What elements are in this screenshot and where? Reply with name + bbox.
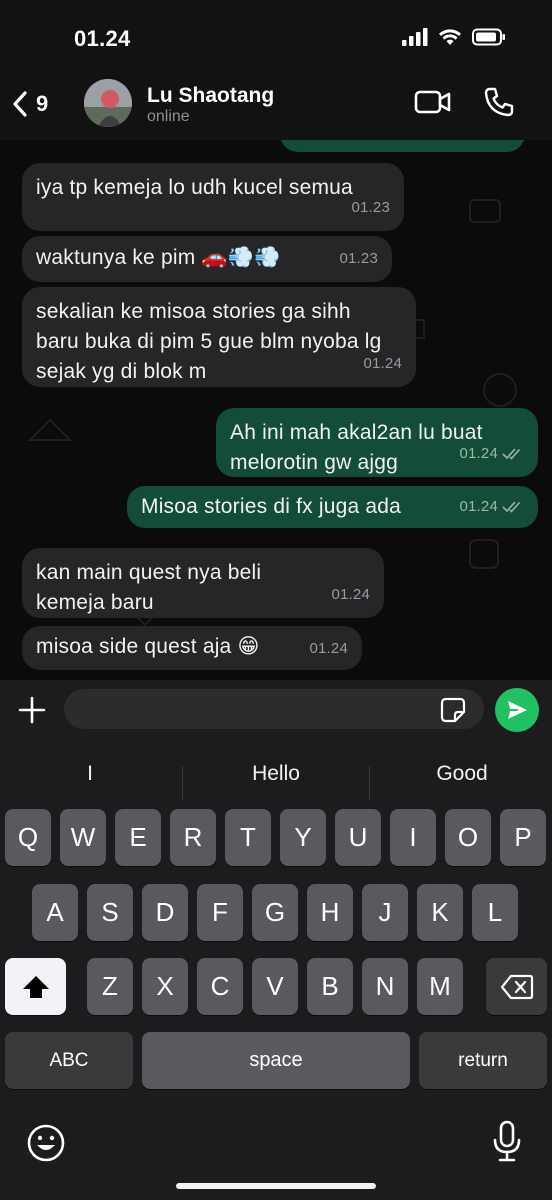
suggestion-item[interactable]: Good xyxy=(372,752,552,796)
signal-icon xyxy=(402,28,428,46)
space-key[interactable]: space xyxy=(142,1032,410,1089)
suggestion-item[interactable]: Hello xyxy=(184,752,368,796)
message-input-bar xyxy=(0,680,552,742)
message-input[interactable] xyxy=(64,689,484,729)
key-h[interactable]: H xyxy=(307,884,353,941)
send-button[interactable] xyxy=(495,688,539,732)
read-receipt-icon xyxy=(502,448,521,460)
key-o[interactable]: O xyxy=(445,809,491,866)
message-bubble-incoming[interactable]: iya tp kemeja lo udh kucel semua 01.23 xyxy=(22,163,404,231)
message-bubble-outgoing[interactable]: Ah ini mah akal2an lu buat melorotin gw … xyxy=(216,408,538,477)
chevron-left-icon xyxy=(13,91,27,117)
video-call-button[interactable] xyxy=(414,88,452,121)
message-bubble-outgoing[interactable]: Misoa stories di fx juga ada 01.24 xyxy=(127,486,538,528)
message-time: 01.24 xyxy=(459,445,498,462)
return-key[interactable]: return xyxy=(419,1032,547,1089)
message-text: Ah ini mah akal2an lu buat melorotin gw … xyxy=(230,421,483,474)
key-x[interactable]: X xyxy=(142,958,188,1015)
key-f[interactable]: F xyxy=(197,884,243,941)
message-time: 01.24 xyxy=(309,640,348,657)
suggestion-bar: I Hello Good xyxy=(0,752,552,800)
key-l[interactable]: L xyxy=(472,884,518,941)
read-receipt-icon xyxy=(502,501,521,513)
message-text: kan main quest nya beli kemeja baru xyxy=(36,561,262,614)
key-n[interactable]: N xyxy=(362,958,408,1015)
suggestion-divider xyxy=(182,766,183,800)
key-d[interactable]: D xyxy=(142,884,188,941)
avatar[interactable] xyxy=(84,79,132,127)
battery-icon xyxy=(472,28,505,46)
key-a[interactable]: A xyxy=(32,884,78,941)
key-c[interactable]: C xyxy=(197,958,243,1015)
key-k[interactable]: K xyxy=(417,884,463,941)
emoji-icon xyxy=(27,1124,65,1162)
status-icons xyxy=(402,28,506,46)
wifi-icon xyxy=(439,29,461,45)
key-e[interactable]: E xyxy=(115,809,161,866)
contact-name[interactable]: Lu Shaotang xyxy=(147,84,274,108)
suggestion-divider xyxy=(369,766,370,800)
message-bubble-incoming[interactable]: kan main quest nya beli kemeja baru 01.2… xyxy=(22,548,384,618)
unread-count: 9 xyxy=(36,91,49,116)
message-time: 01.24 xyxy=(331,586,370,603)
key-t[interactable]: T xyxy=(225,809,271,866)
plus-icon xyxy=(18,696,46,724)
voice-call-button[interactable] xyxy=(483,86,515,123)
message-bubble-previous[interactable] xyxy=(280,140,525,152)
key-g[interactable]: G xyxy=(252,884,298,941)
status-time: 01.24 xyxy=(74,26,131,51)
message-bubble-incoming[interactable]: misoa side quest aja 😁 01.24 xyxy=(22,626,362,670)
key-r[interactable]: R xyxy=(170,809,216,866)
message-text: misoa side quest aja 😁 xyxy=(36,635,260,658)
message-bubble-incoming[interactable]: sekalian ke misoa stories ga sihh baru b… xyxy=(22,287,416,387)
key-j[interactable]: J xyxy=(362,884,408,941)
avatar-photo xyxy=(84,79,132,127)
dictation-button[interactable] xyxy=(492,1120,522,1169)
status-bar: 01.24 xyxy=(0,0,552,80)
abc-key[interactable]: ABC xyxy=(5,1032,133,1089)
attach-button[interactable] xyxy=(16,694,48,731)
key-i[interactable]: I xyxy=(390,809,436,866)
key-s[interactable]: S xyxy=(87,884,133,941)
key-b[interactable]: B xyxy=(307,958,353,1015)
message-text: sekalian ke misoa stories ga sihh baru b… xyxy=(36,300,382,383)
key-u[interactable]: U xyxy=(335,809,381,866)
shift-arrow-icon xyxy=(22,975,49,998)
key-q[interactable]: Q xyxy=(5,809,51,866)
contact-status: online xyxy=(147,108,190,125)
sticker-icon xyxy=(440,697,466,723)
message-time: 01.24 xyxy=(363,355,402,372)
message-text: waktunya ke pim 🚗💨💨 xyxy=(36,246,281,269)
message-text: Misoa stories di fx juga ada xyxy=(141,495,402,518)
key-y[interactable]: Y xyxy=(280,809,326,866)
chat-area[interactable]: iya tp kemeja lo udh kucel semua 01.23 w… xyxy=(0,140,552,680)
emoji-keyboard-button[interactable] xyxy=(26,1123,66,1168)
shift-key[interactable] xyxy=(5,958,66,1015)
key-z[interactable]: Z xyxy=(87,958,133,1015)
backspace-icon xyxy=(500,974,533,999)
sticker-button[interactable] xyxy=(440,697,466,728)
message-status: 01.24 xyxy=(459,492,524,522)
home-indicator[interactable] xyxy=(176,1183,376,1189)
key-w[interactable]: W xyxy=(60,809,106,866)
video-camera-icon xyxy=(414,90,451,114)
message-bubble-incoming[interactable]: waktunya ke pim 🚗💨💨 01.23 xyxy=(22,236,392,282)
backspace-key[interactable] xyxy=(486,958,547,1015)
microphone-icon xyxy=(493,1120,521,1162)
message-time: 01.24 xyxy=(459,498,498,515)
message-status: 01.24 xyxy=(459,439,524,469)
key-v[interactable]: V xyxy=(252,958,298,1015)
key-m[interactable]: M xyxy=(417,958,463,1015)
send-icon xyxy=(508,701,527,719)
phone-icon xyxy=(484,87,514,117)
chat-header: 9 Lu Shaotang online xyxy=(0,70,552,140)
keyboard: I Hello Good Q W E R T Y U I O P A S D F… xyxy=(0,742,552,1200)
key-p[interactable]: P xyxy=(500,809,546,866)
suggestion-item[interactable]: I xyxy=(0,752,180,796)
message-text: iya tp kemeja lo udh kucel semua xyxy=(36,176,353,199)
message-time: 01.23 xyxy=(339,250,378,267)
back-button[interactable]: 9 xyxy=(10,90,48,118)
message-time: 01.23 xyxy=(351,199,390,216)
